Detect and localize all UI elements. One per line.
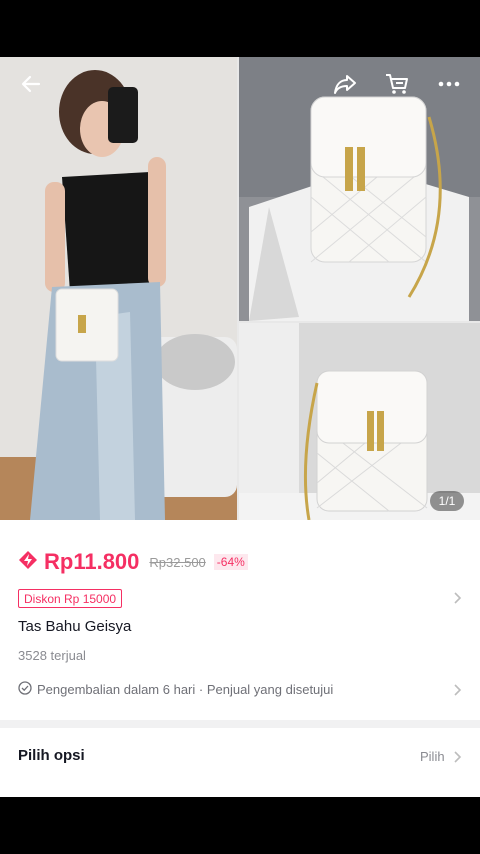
current-price: Rp11.800 <box>44 549 140 574</box>
chevron-right-icon[interactable] <box>452 590 462 611</box>
flash-sale-icon <box>18 550 38 575</box>
share-icon[interactable] <box>328 67 362 101</box>
chevron-right-icon[interactable] <box>452 682 462 703</box>
price-row: Rp11.800 Rp32.500 -64% <box>18 549 248 575</box>
voucher-badge[interactable]: Diskon Rp 15000 <box>18 589 123 608</box>
back-arrow-icon[interactable] <box>14 67 48 101</box>
cart-icon[interactable] <box>380 67 414 101</box>
original-price: Rp32.500 <box>149 554 206 570</box>
chevron-right-icon[interactable] <box>452 749 462 770</box>
product-title: Tas Bahu Geisya <box>18 618 132 635</box>
image-counter-badge: 1/1 <box>430 491 464 511</box>
more-icon[interactable] <box>432 67 466 101</box>
product-photo-model[interactable] <box>0 57 237 520</box>
choose-option-button[interactable]: Pilih <box>420 749 445 764</box>
bottom-area <box>0 797 480 854</box>
return-policy-text: Pengembalian dalam 6 hari · Penjual yang… <box>37 682 334 697</box>
product-gallery[interactable] <box>0 57 480 520</box>
discount-percent-badge: -64% <box>213 554 248 570</box>
options-label: Pilih opsi <box>18 747 85 764</box>
status-area <box>0 0 480 57</box>
return-policy-row[interactable]: Pengembalian dalam 6 hari · Penjual yang… <box>18 681 333 698</box>
check-circle-icon <box>18 681 32 698</box>
top-nav-bar <box>0 57 480 109</box>
section-divider <box>0 720 480 728</box>
sold-count: 3528 terjual <box>18 648 86 663</box>
